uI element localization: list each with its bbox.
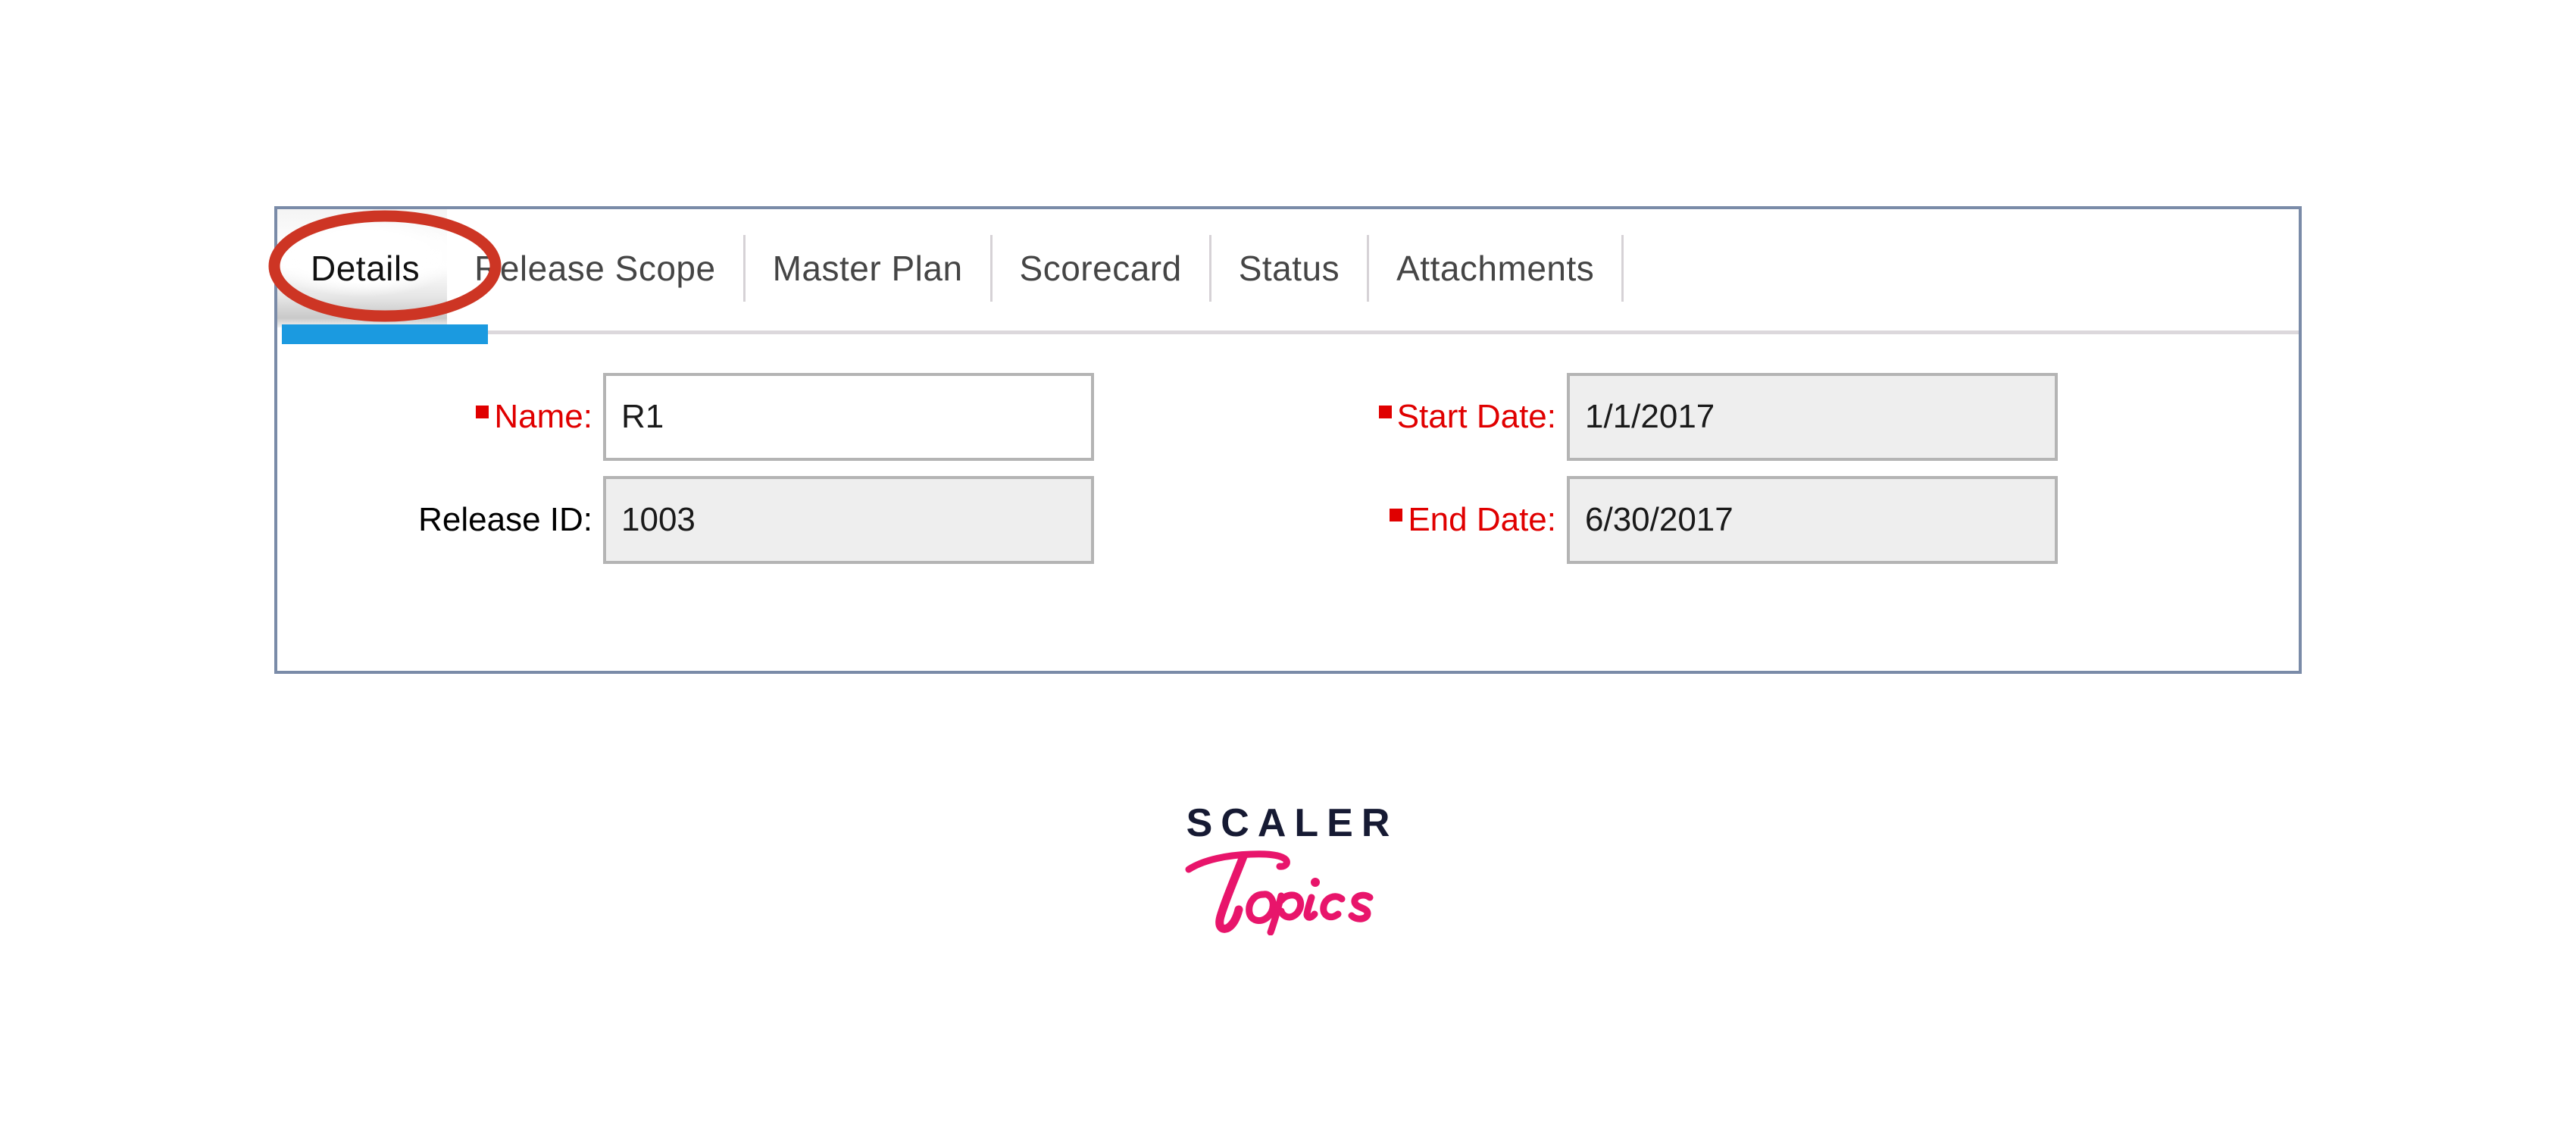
start-date-label-text: Start Date: [1396, 398, 1556, 435]
name-label: Name: [277, 400, 603, 434]
details-form: Name: R1 Release ID: 1003 Start Date: 1/… [277, 346, 2299, 672]
field-row-release-id: Release ID: 1003 [277, 476, 1094, 564]
start-date-label: Start Date: [1241, 400, 1567, 434]
release-id-label: Release ID: [277, 503, 603, 537]
logo-topics-wordmark [0, 844, 2576, 938]
required-marker-icon [1390, 508, 1403, 521]
tab-scorecard-label: Scorecard [1019, 249, 1182, 288]
field-row-name: Name: R1 [277, 373, 1094, 461]
release-id-input: 1003 [603, 476, 1094, 564]
name-label-text: Name: [494, 398, 592, 435]
scaler-topics-logo: SCALER [0, 803, 2576, 938]
field-row-start-date: Start Date: 1/1/2017 [1241, 373, 2058, 461]
tab-master-plan[interactable]: Master Plan [746, 209, 990, 327]
tab-release-scope-label: Release Scope [474, 249, 716, 288]
required-marker-icon [1378, 405, 1392, 418]
tab-details-label: Details [311, 249, 420, 288]
tab-strip: Details Release Scope Master Plan Scorec… [277, 209, 2299, 327]
logo-scaler-wordmark: SCALER [1186, 801, 1399, 845]
tab-attachments-label: Attachments [1396, 249, 1595, 288]
logo-topics-script [1185, 850, 1374, 936]
end-date-label-text: End Date: [1408, 501, 1556, 538]
tab-attachments[interactable]: Attachments [1369, 209, 1621, 327]
tab-separator [1621, 235, 1624, 302]
release-details-panel: Details Release Scope Master Plan Scorec… [274, 206, 2302, 674]
tab-details[interactable]: Details [277, 209, 448, 327]
tab-status-label: Status [1238, 249, 1340, 288]
tab-scorecard[interactable]: Scorecard [993, 209, 1209, 327]
tab-status[interactable]: Status [1211, 209, 1367, 327]
release-id-label-text: Release ID: [418, 501, 592, 538]
required-marker-icon [476, 405, 489, 418]
tab-release-scope[interactable]: Release Scope [447, 209, 742, 327]
tab-master-plan-label: Master Plan [772, 249, 963, 288]
name-input[interactable]: R1 [603, 373, 1094, 461]
end-date-input[interactable]: 6/30/2017 [1567, 476, 2058, 564]
tab-strip-divider [488, 330, 2299, 334]
end-date-label: End Date: [1241, 503, 1567, 537]
field-row-end-date: End Date: 6/30/2017 [1241, 476, 2058, 564]
active-tab-indicator [282, 324, 488, 344]
start-date-input[interactable]: 1/1/2017 [1567, 373, 2058, 461]
